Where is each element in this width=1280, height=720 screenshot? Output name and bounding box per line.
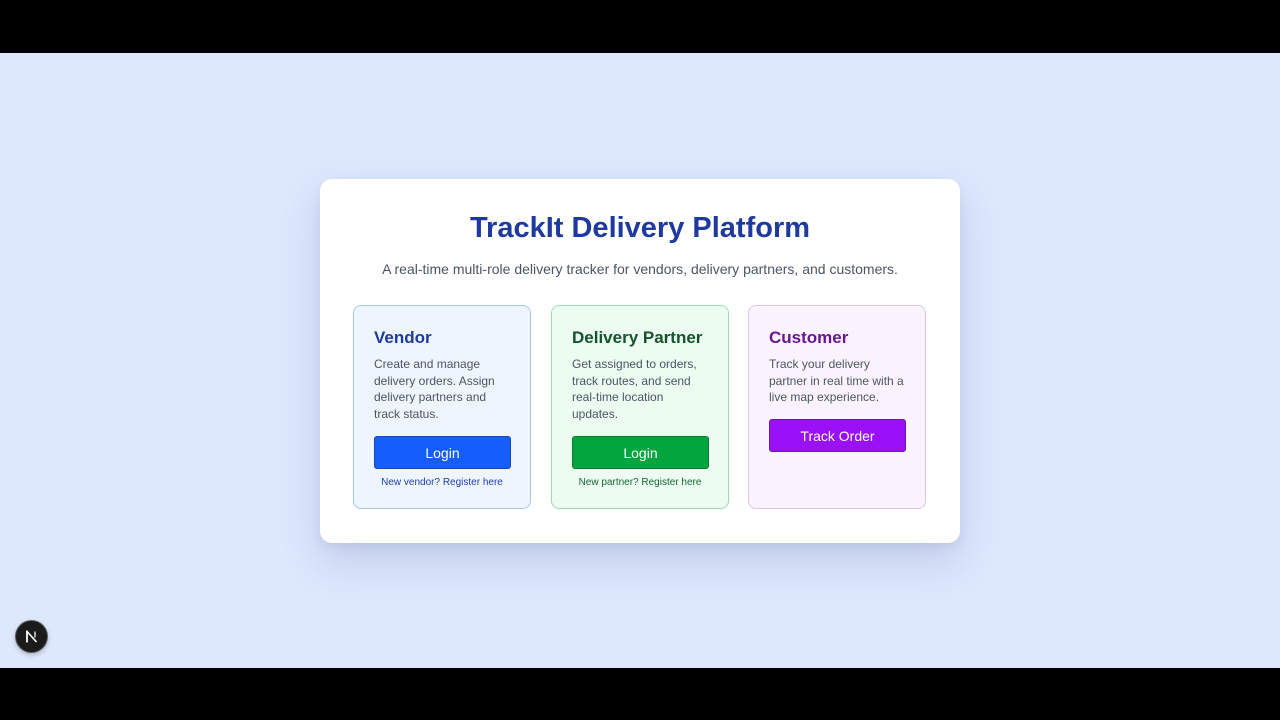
vendor-login-button[interactable]: Login <box>374 436 511 469</box>
letterbox-bottom <box>0 668 1280 720</box>
role-selection-card: TrackIt Delivery Platform A real-time mu… <box>320 179 960 543</box>
page-title: TrackIt Delivery Platform <box>469 212 811 244</box>
page-viewport: TrackIt Delivery Platform A real-time mu… <box>0 53 1280 668</box>
delivery-partner-description: Get assigned to orders, track routes, an… <box>572 357 697 422</box>
delivery-partner-card: Delivery Partner Get assigned to orders,… <box>551 305 729 509</box>
delivery-partner-register-link[interactable]: New partner? Register here <box>552 477 728 489</box>
nextjs-devtools-button[interactable] <box>16 621 47 652</box>
customer-title: Customer <box>769 328 849 347</box>
customer-card: Customer Track your delivery partner in … <box>748 305 926 509</box>
letterbox-top <box>0 0 1280 53</box>
nextjs-logo-icon <box>26 630 38 643</box>
vendor-description: Create and manage delivery orders. Assig… <box>374 357 495 422</box>
delivery-partner-title: Delivery Partner <box>572 328 703 347</box>
delivery-partner-login-button[interactable]: Login <box>572 436 709 469</box>
vendor-card: Vendor Create and manage delivery orders… <box>353 305 531 509</box>
vendor-title: Vendor <box>374 328 432 347</box>
page-subtitle: A real-time multi-role delivery tracker … <box>382 261 898 277</box>
track-order-button[interactable]: Track Order <box>769 419 906 452</box>
customer-description: Track your delivery partner in real time… <box>769 357 904 405</box>
vendor-register-link[interactable]: New vendor? Register here <box>354 477 530 489</box>
